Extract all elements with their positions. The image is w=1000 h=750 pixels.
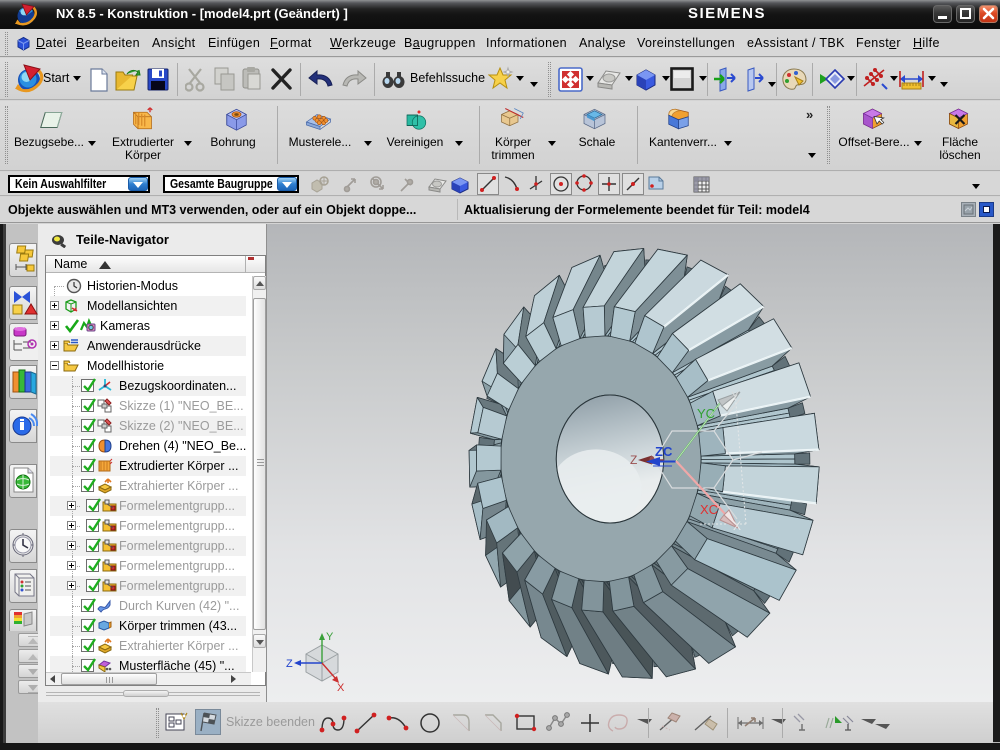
svg-text:Z: Z xyxy=(630,453,637,467)
svg-text:X: X xyxy=(337,682,345,694)
svg-text:Y: Y xyxy=(326,631,334,643)
svg-text:X: X xyxy=(733,519,741,533)
svg-text:Y: Y xyxy=(731,389,739,403)
svg-text:ZC: ZC xyxy=(655,444,673,459)
svg-text:Z: Z xyxy=(286,658,293,670)
svg-text:XC: XC xyxy=(700,502,718,517)
svg-text:YC: YC xyxy=(697,406,715,421)
